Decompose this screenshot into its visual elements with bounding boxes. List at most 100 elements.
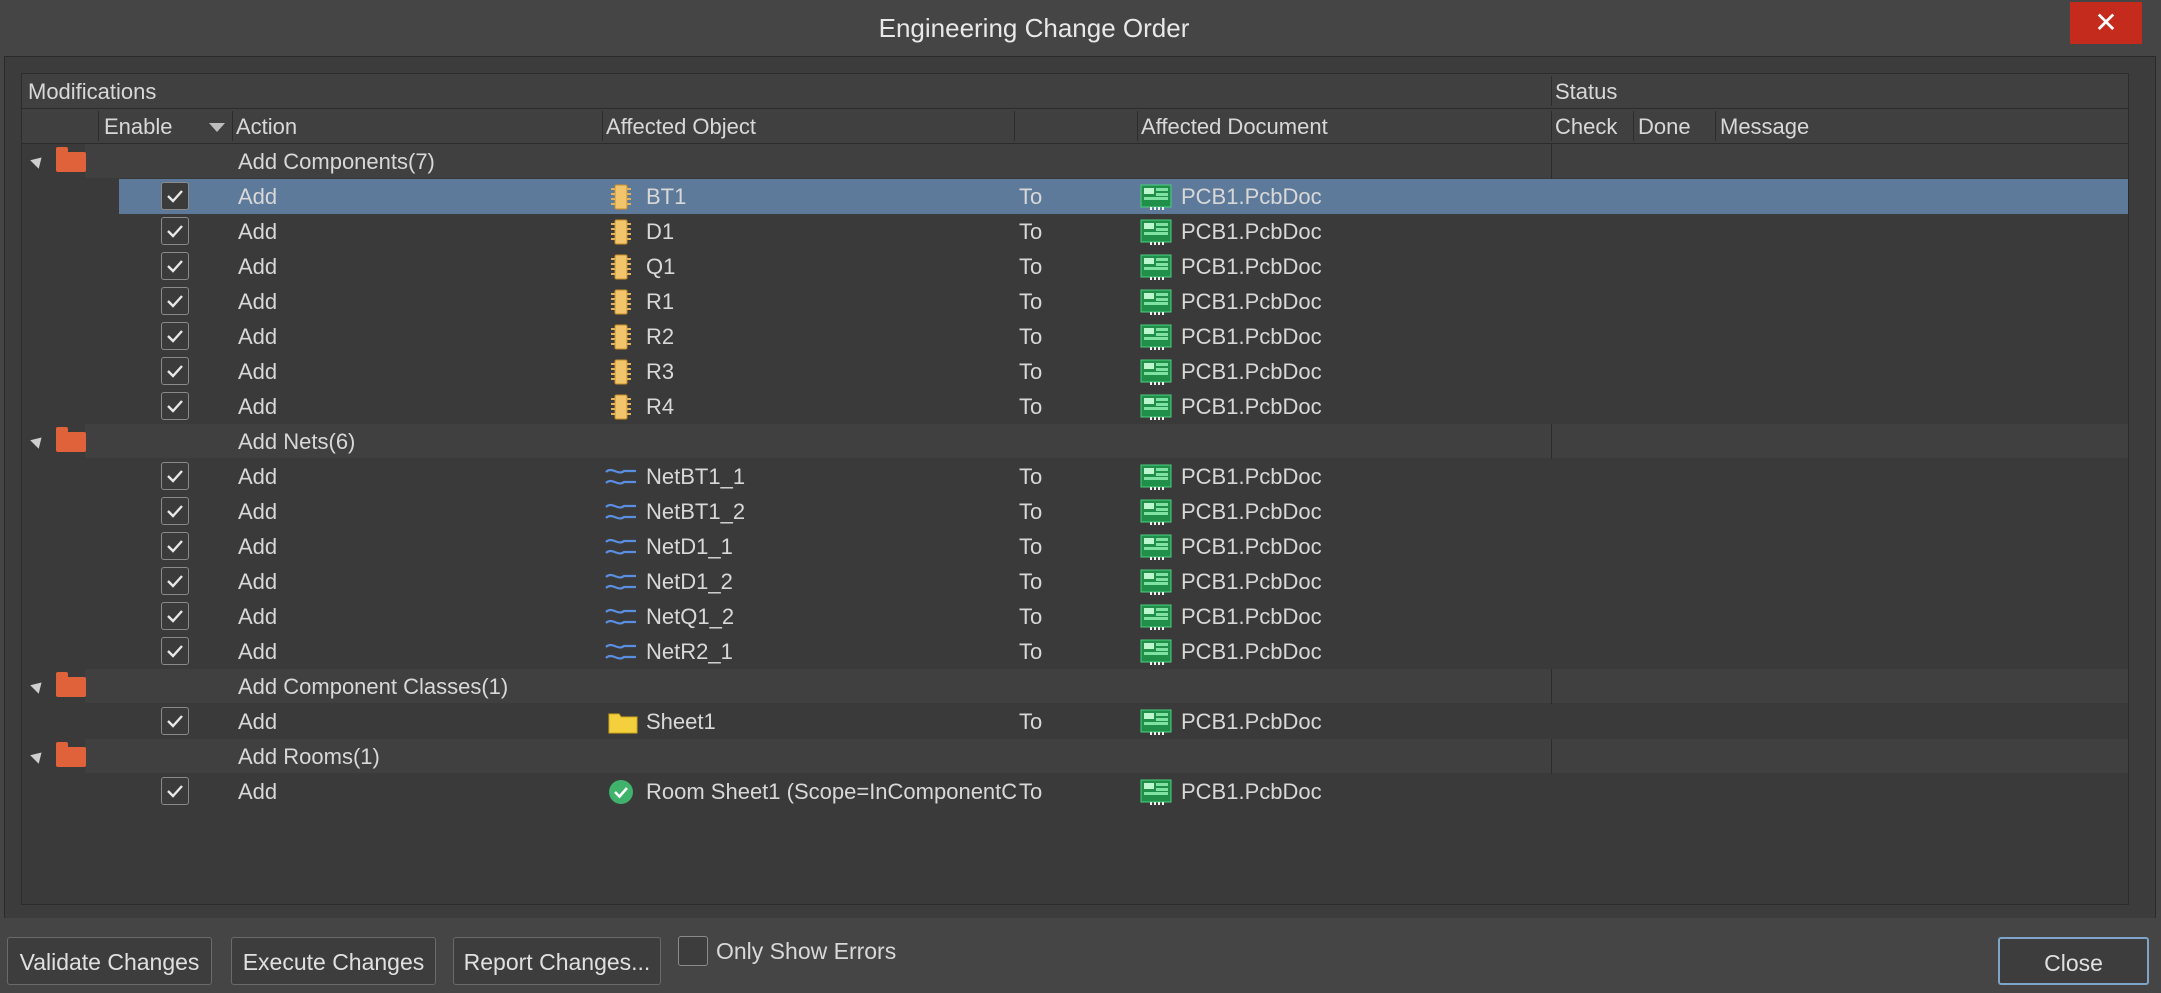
to-cell: To bbox=[1019, 359, 1043, 384]
close-button[interactable]: Close bbox=[1998, 937, 2149, 985]
to-cell: To bbox=[1019, 464, 1043, 489]
folder-icon bbox=[56, 742, 86, 767]
group-row[interactable]: Add Rooms(1) bbox=[22, 739, 2128, 774]
group-header-row: Modifications Status bbox=[22, 74, 2128, 109]
enable-checkbox[interactable] bbox=[161, 287, 189, 315]
affected-document-column-header[interactable]: Affected Document bbox=[1141, 109, 1328, 143]
action-cell: Add bbox=[238, 499, 278, 524]
to-cell: To bbox=[1019, 324, 1043, 349]
enable-checkbox[interactable] bbox=[161, 777, 189, 805]
header-divider bbox=[232, 111, 233, 141]
only-show-errors-checkbox[interactable] bbox=[678, 936, 708, 966]
enable-checkbox[interactable] bbox=[161, 357, 189, 385]
message-column-header[interactable]: Message bbox=[1720, 109, 1809, 143]
close-window-button[interactable]: ✕ bbox=[2070, 2, 2142, 44]
enable-checkbox[interactable] bbox=[161, 707, 189, 735]
change-row[interactable]: Add BT1 To PCB1.PcbDoc bbox=[22, 179, 2128, 214]
action-cell: Add bbox=[238, 184, 278, 209]
enable-column-header[interactable]: Enable bbox=[104, 109, 173, 143]
to-cell: To bbox=[1019, 184, 1043, 209]
group-row[interactable]: Add Nets(6) bbox=[22, 424, 2128, 459]
enable-checkbox[interactable] bbox=[161, 532, 189, 560]
header-divider bbox=[1551, 76, 1552, 106]
component-icon bbox=[607, 288, 635, 316]
enable-checkbox[interactable] bbox=[161, 567, 189, 595]
pcb-document-icon bbox=[1140, 604, 1172, 630]
group-row[interactable]: Add Components(7) bbox=[22, 144, 2128, 179]
changes-grid: Modifications Status Enable Action Affec… bbox=[21, 73, 2129, 905]
to-cell: To bbox=[1019, 289, 1043, 314]
enable-checkbox[interactable] bbox=[161, 462, 189, 490]
header-divider bbox=[602, 111, 603, 141]
folder-icon bbox=[56, 672, 86, 697]
change-row[interactable]: Add NetBT1_2 To PCB1.PcbDoc bbox=[22, 494, 2128, 529]
action-cell: Add bbox=[238, 464, 278, 489]
affected-document-cell: PCB1.PcbDoc bbox=[1181, 709, 1322, 734]
change-row[interactable]: Add Sheet1 To PCB1.PcbDoc bbox=[22, 704, 2128, 739]
enable-checkbox[interactable] bbox=[161, 182, 189, 210]
room-check-icon bbox=[607, 778, 635, 806]
dialog-title: Engineering Change Order bbox=[878, 13, 1190, 43]
enable-checkbox[interactable] bbox=[161, 602, 189, 630]
action-cell: Add bbox=[238, 639, 278, 664]
pcb-document-icon bbox=[1140, 184, 1172, 210]
change-row[interactable]: Add NetQ1_2 To PCB1.PcbDoc bbox=[22, 599, 2128, 634]
affected-document-cell: PCB1.PcbDoc bbox=[1181, 604, 1322, 629]
pcb-document-icon bbox=[1140, 464, 1172, 490]
change-row[interactable]: Add R2 To PCB1.PcbDoc bbox=[22, 319, 2128, 354]
enable-checkbox[interactable] bbox=[161, 322, 189, 350]
change-row[interactable]: Add NetR2_1 To PCB1.PcbDoc bbox=[22, 634, 2128, 669]
net-icon bbox=[604, 603, 636, 631]
execute-changes-button[interactable]: Execute Changes bbox=[231, 937, 436, 985]
affected-document-cell: PCB1.PcbDoc bbox=[1181, 184, 1322, 209]
affected-document-cell: PCB1.PcbDoc bbox=[1181, 359, 1322, 384]
change-row[interactable]: Add D1 To PCB1.PcbDoc bbox=[22, 214, 2128, 249]
enable-checkbox[interactable] bbox=[161, 252, 189, 280]
change-row[interactable]: Add R4 To PCB1.PcbDoc bbox=[22, 389, 2128, 424]
pcb-document-icon bbox=[1140, 709, 1172, 735]
group-row[interactable]: Add Component Classes(1) bbox=[22, 669, 2128, 704]
collapse-triangle-icon[interactable] bbox=[30, 153, 46, 169]
header-divider bbox=[1014, 111, 1015, 141]
selection-highlight bbox=[119, 179, 2128, 214]
affected-document-cell: PCB1.PcbDoc bbox=[1181, 394, 1322, 419]
modifications-header: Modifications bbox=[28, 79, 157, 104]
affected-object-column-header[interactable]: Affected Object bbox=[606, 109, 756, 143]
enable-checkbox[interactable] bbox=[161, 637, 189, 665]
folder-icon bbox=[56, 427, 86, 452]
collapse-triangle-icon[interactable] bbox=[30, 433, 46, 449]
change-row[interactable]: Add Q1 To PCB1.PcbDoc bbox=[22, 249, 2128, 284]
action-column-header[interactable]: Action bbox=[236, 109, 297, 143]
affected-document-cell: PCB1.PcbDoc bbox=[1181, 219, 1322, 244]
enable-checkbox[interactable] bbox=[161, 392, 189, 420]
done-column-header[interactable]: Done bbox=[1638, 109, 1691, 143]
action-cell: Add bbox=[238, 604, 278, 629]
to-cell: To bbox=[1019, 604, 1043, 629]
net-icon bbox=[604, 638, 636, 666]
header-divider bbox=[1137, 111, 1138, 141]
report-changes-button[interactable]: Report Changes... bbox=[453, 937, 661, 985]
enable-checkbox[interactable] bbox=[161, 497, 189, 525]
only-show-errors-label: Only Show Errors bbox=[716, 938, 897, 964]
component-icon bbox=[607, 218, 635, 246]
check-column-header[interactable]: Check bbox=[1555, 109, 1617, 143]
action-cell: Add bbox=[238, 254, 278, 279]
status-divider bbox=[1551, 669, 1552, 704]
action-cell: Add bbox=[238, 219, 278, 244]
enable-checkbox[interactable] bbox=[161, 217, 189, 245]
to-cell: To bbox=[1019, 639, 1043, 664]
validate-changes-button[interactable]: Validate Changes bbox=[7, 937, 212, 985]
pcb-document-icon bbox=[1140, 534, 1172, 560]
change-row[interactable]: Add Room Sheet1 (Scope=InComponentC To PCB1… bbox=[22, 774, 2128, 809]
change-row[interactable]: Add NetBT1_1 To PCB1.PcbDoc bbox=[22, 459, 2128, 494]
change-row[interactable]: Add R1 To PCB1.PcbDoc bbox=[22, 284, 2128, 319]
column-header-row: Enable Action Affected Object Affected D… bbox=[22, 109, 2128, 144]
change-row[interactable]: Add NetD1_1 To PCB1.PcbDoc bbox=[22, 529, 2128, 564]
pcb-document-icon bbox=[1140, 219, 1172, 245]
sort-down-icon[interactable] bbox=[209, 123, 225, 132]
collapse-triangle-icon[interactable] bbox=[30, 748, 46, 764]
change-row[interactable]: Add R3 To PCB1.PcbDoc bbox=[22, 354, 2128, 389]
title-bar: Engineering Change Order ✕ bbox=[0, 0, 2161, 56]
collapse-triangle-icon[interactable] bbox=[30, 678, 46, 694]
change-row[interactable]: Add NetD1_2 To PCB1.PcbDoc bbox=[22, 564, 2128, 599]
